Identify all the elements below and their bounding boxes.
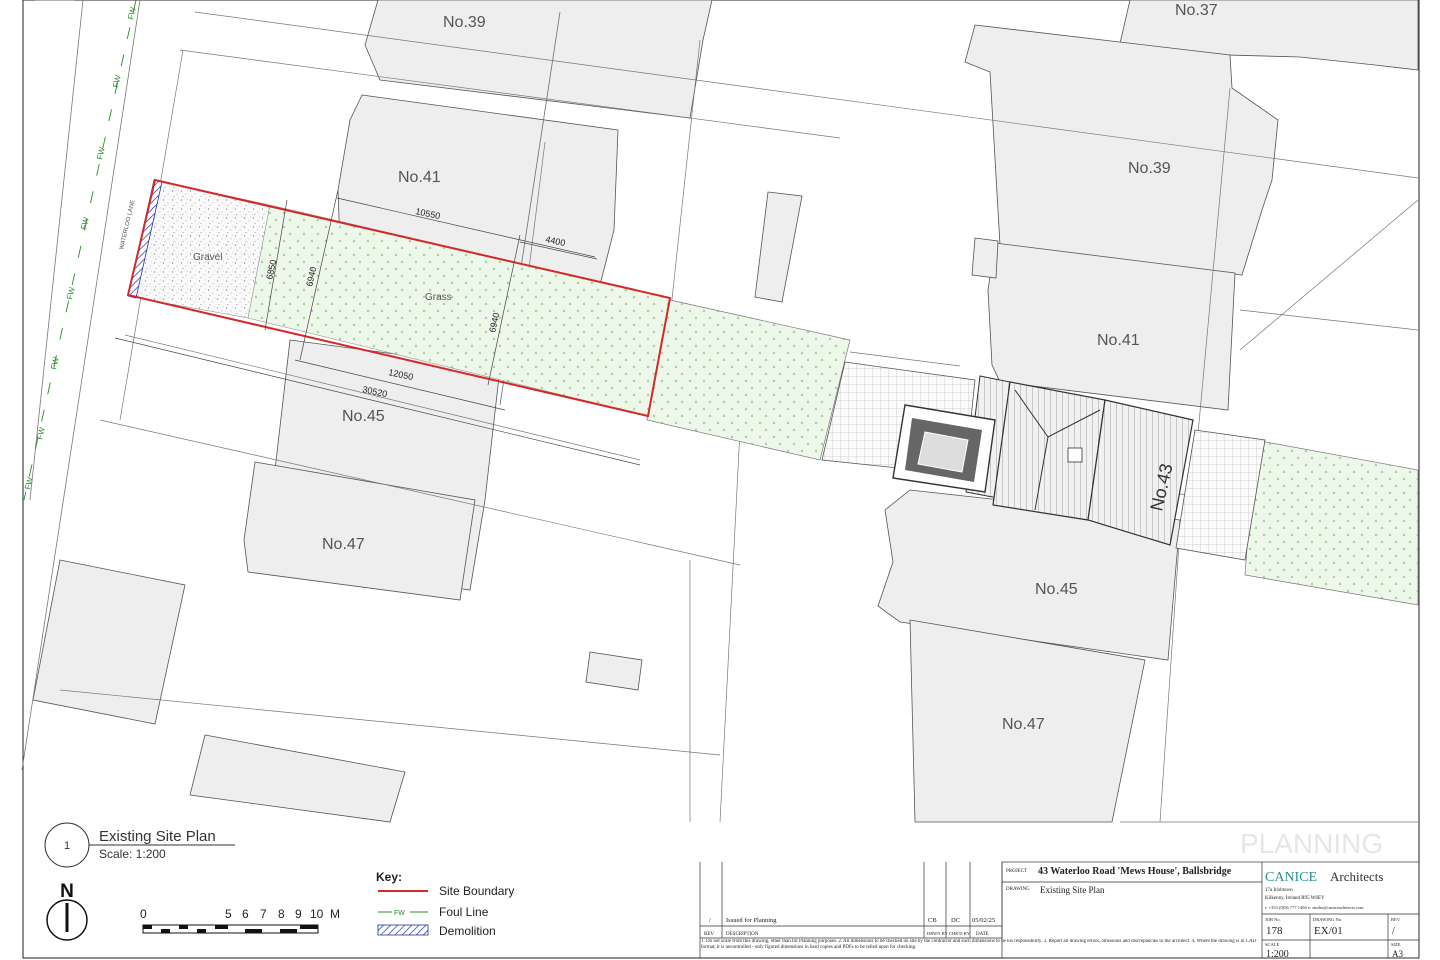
foul-line-label: FW xyxy=(79,216,91,231)
site-plan-drawing: FW FW FW FW FW FW FW FW Gravel Grass WAT… xyxy=(21,0,1420,960)
planning-watermark: PLANNING xyxy=(1240,828,1383,859)
plot-label-no41-right: No.41 xyxy=(1097,332,1140,349)
rev-value: / xyxy=(1392,926,1395,937)
revision-header-chkd: CHK'D BY xyxy=(949,931,971,936)
building-no39-top xyxy=(364,0,713,119)
scale-bar: 0 5 6 7 8 9 10 M xyxy=(140,907,340,934)
size-label: SIZE xyxy=(1391,942,1401,947)
legend-demolition-swatch xyxy=(377,924,429,936)
building-small-shed xyxy=(585,651,643,691)
scale-label: SCALE xyxy=(1265,942,1280,947)
scalebar-label-10: 10 xyxy=(310,907,324,921)
plot-label-no47-left: No.47 xyxy=(322,536,365,553)
revision-description: Issued for Planning xyxy=(726,917,777,924)
gravel-label: Gravel xyxy=(193,252,222,263)
legend-foul-code: FW xyxy=(394,910,405,917)
revision-rev: / xyxy=(709,917,711,924)
foul-line-label: FW xyxy=(111,74,123,89)
house-roof-main xyxy=(992,381,1106,521)
map-area: FW FW FW FW FW FW FW FW Gravel Grass WAT… xyxy=(21,0,1419,823)
firm-name-sub: Architects xyxy=(1330,869,1383,884)
size-value: A3 xyxy=(1392,949,1403,959)
firm-address-3: t: +353 (0)56 777 1494 e: studio@canicea… xyxy=(1265,905,1364,910)
legend-demolition: Demolition xyxy=(439,924,496,938)
plot-label-no47-right: No.47 xyxy=(1002,716,1045,733)
building-left-lower xyxy=(32,559,186,725)
plot-label-no41-left: No.41 xyxy=(398,169,441,186)
rear-garden-grass xyxy=(646,299,851,461)
job-no: 178 xyxy=(1266,925,1283,937)
firm-address-2: Kilkenny, Ireland R95 W6EV xyxy=(1265,896,1325,901)
scale-value: 1:200 xyxy=(1266,949,1289,960)
title-block-area: 1 Existing Site Plan Scale: 1:200 N 0 5 … xyxy=(44,822,1420,960)
scalebar-label-6: 6 xyxy=(242,907,249,921)
drawing-no-label: DRAWING No. xyxy=(1313,917,1342,922)
job-no-label: JOB No. xyxy=(1265,917,1281,922)
revision-drwn: CB xyxy=(928,917,937,924)
scalebar-label-5: 5 xyxy=(225,907,232,921)
firm-name-main: CANICE xyxy=(1265,870,1317,885)
project-name: 43 Waterloo Road 'Mews House', Ballsbrid… xyxy=(1038,866,1232,877)
scalebar-label-8: 8 xyxy=(278,907,285,921)
plot-label-no39-top: No.39 xyxy=(443,14,486,31)
revision-date: 05/02/25 xyxy=(972,917,995,924)
foul-line-label: FW xyxy=(95,146,107,161)
foul-line-label: FW xyxy=(35,426,47,441)
drawing-number: 1 xyxy=(64,840,70,852)
revision-row: / Issued for Planning CB DC 05/02/25 REV… xyxy=(704,917,995,937)
plot-label-no37: No.37 xyxy=(1175,2,1218,19)
scalebar-label-0: 0 xyxy=(140,907,147,921)
building-bottom-left xyxy=(189,734,406,823)
foul-line-label: FW xyxy=(49,356,61,371)
drawing-no: EX/01 xyxy=(1314,925,1343,937)
building-no39-right xyxy=(964,24,1279,276)
revision-header-drwn: DRWN BY xyxy=(927,931,949,936)
roof-chimney xyxy=(1067,447,1083,463)
revision-chkd: DC xyxy=(951,917,960,924)
firm-address-1: 17a Irishtown xyxy=(1265,888,1293,893)
rev-label: REV xyxy=(1391,917,1401,922)
scalebar-label-7: 7 xyxy=(260,907,267,921)
drawing-notes-text: 1. Do not scale from this drawing, other… xyxy=(701,939,1257,950)
scalebar-label-9: 9 xyxy=(295,907,302,921)
project-label: PROJECT xyxy=(1006,869,1027,874)
legend-title: Key: xyxy=(376,870,402,884)
legend-site-boundary: Site Boundary xyxy=(439,884,514,898)
foul-line-label: FW xyxy=(126,6,138,21)
plot-label-no45-right: No.45 xyxy=(1035,581,1078,598)
revision-header-description: DESCRIPTION xyxy=(726,932,759,937)
lane-label: WATERLOO LANE xyxy=(119,199,136,250)
drawing-notes: 1. Do not scale from this drawing, other… xyxy=(701,939,1257,950)
plot-label-no45-left: No.45 xyxy=(342,408,385,425)
grass-label: Grass xyxy=(425,292,452,303)
legend-foul-line: Foul Line xyxy=(439,905,489,919)
foul-line-label: FW xyxy=(23,476,35,491)
legend: Key: Site Boundary FW Foul Line Demoliti… xyxy=(376,870,514,938)
drawing-name: Existing Site Plan xyxy=(1040,885,1105,895)
drawing-label: DRAWING xyxy=(1006,887,1030,892)
drawing-scale: Scale: 1:200 xyxy=(99,847,166,861)
far-garden-grass xyxy=(1244,439,1419,606)
revision-header-rev: REV xyxy=(704,932,714,937)
plot-label-no39-right: No.39 xyxy=(1128,160,1171,177)
revision-header-date: DATE xyxy=(976,932,989,937)
building-narrow xyxy=(754,191,803,303)
foul-line-label: FW xyxy=(65,286,77,301)
building-small-block xyxy=(971,237,999,279)
north-letter: N xyxy=(60,881,74,902)
scalebar-label-unit: M xyxy=(330,907,340,921)
drawing-title: Existing Site Plan xyxy=(99,828,216,845)
